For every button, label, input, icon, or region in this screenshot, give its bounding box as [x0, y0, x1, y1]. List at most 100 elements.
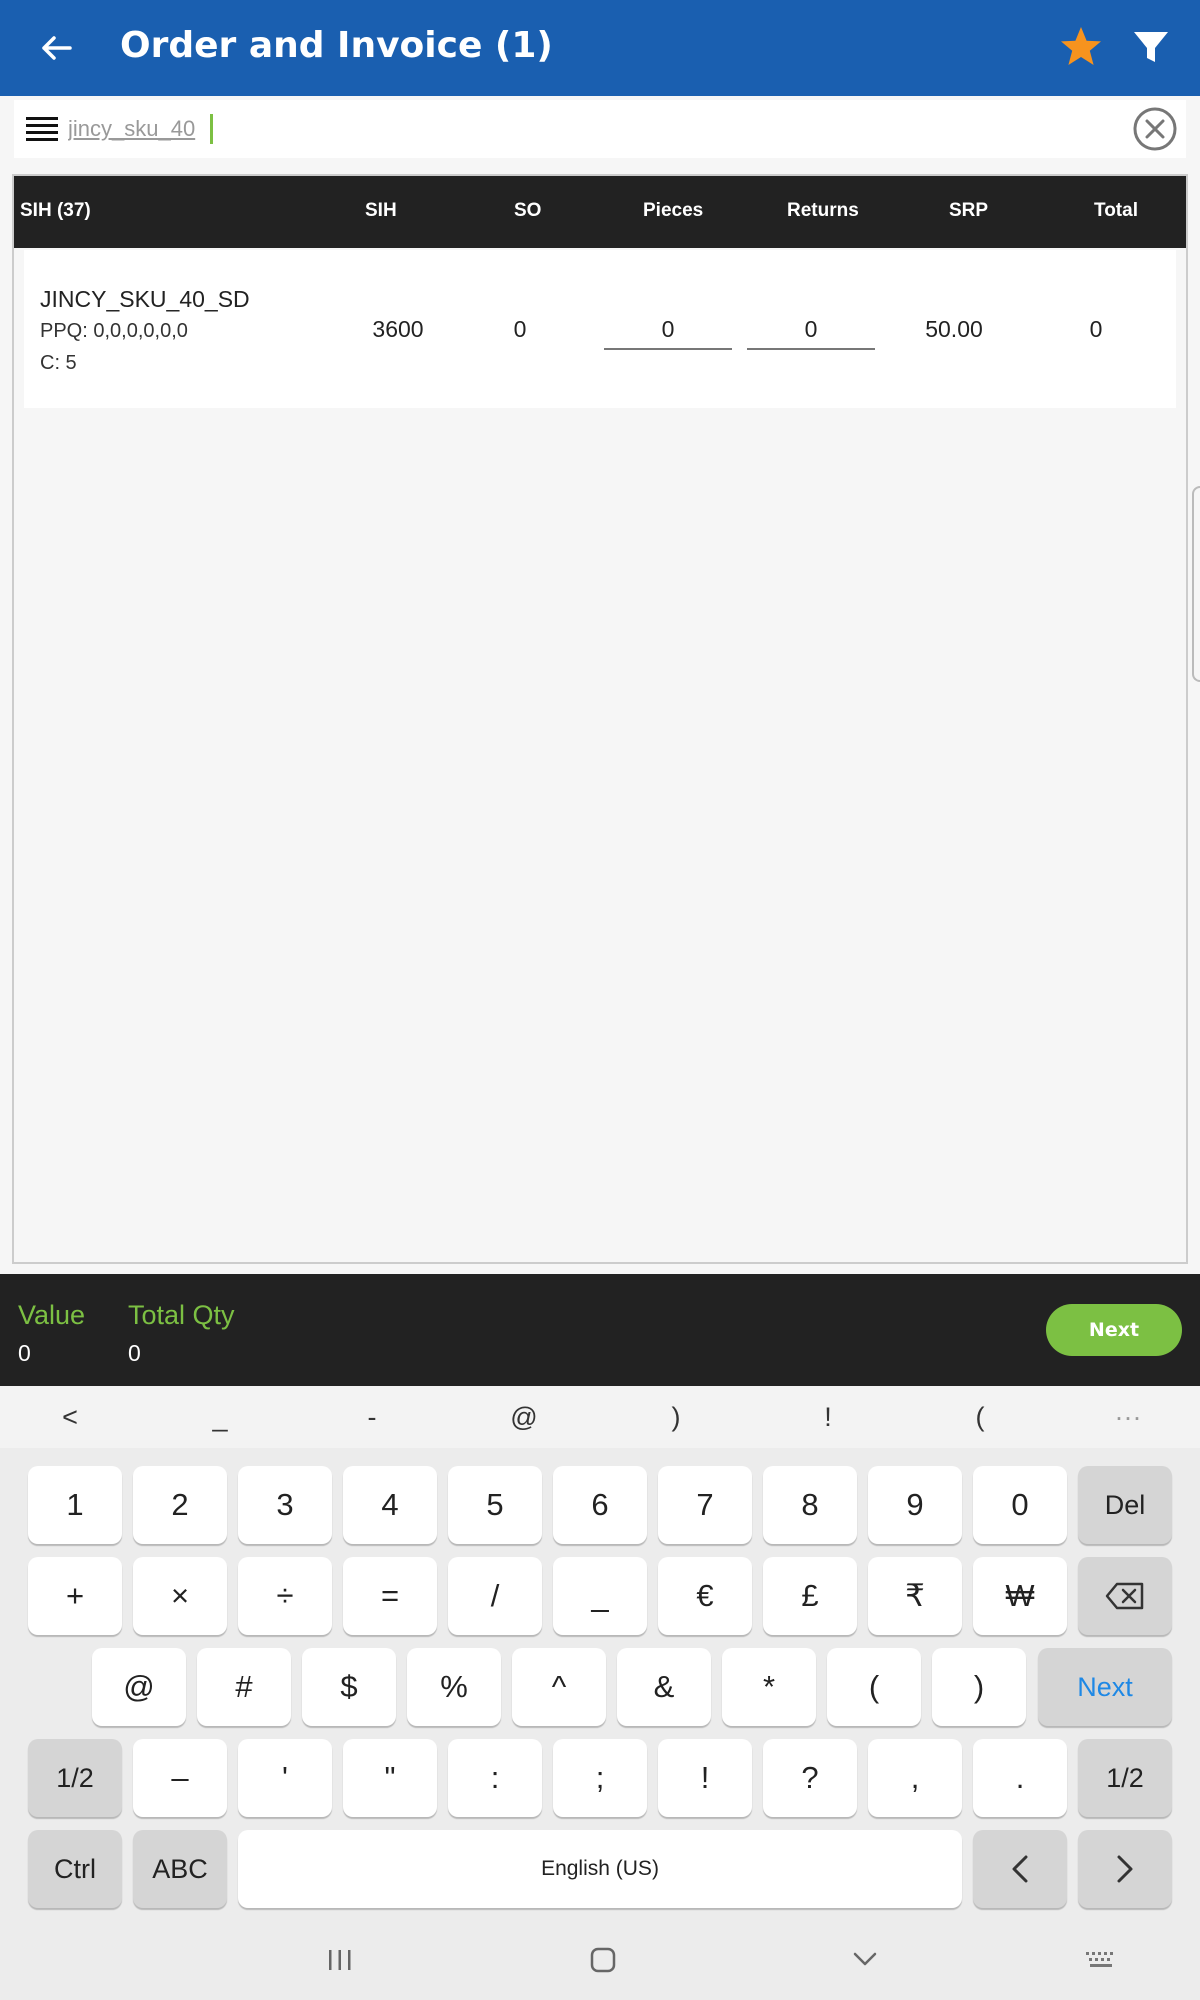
- key[interactable]: ÷: [238, 1557, 332, 1635]
- suggestion-key[interactable]: <: [50, 1402, 90, 1433]
- product-table: SIH (37) SIH SO Pieces Returns SRP Total…: [12, 174, 1188, 1264]
- key[interactable]: 2: [133, 1466, 227, 1544]
- edge-handle[interactable]: [1192, 486, 1200, 682]
- cell-srp: 50.00: [925, 316, 983, 342]
- key[interactable]: 6: [553, 1466, 647, 1544]
- cursor-left-key[interactable]: [973, 1830, 1067, 1908]
- header-returns: Returns: [787, 200, 859, 221]
- arrow-right-key-icon: [1117, 1855, 1133, 1883]
- key[interactable]: (: [827, 1648, 921, 1726]
- key[interactable]: ': [238, 1739, 332, 1817]
- key[interactable]: ?: [763, 1739, 857, 1817]
- cell-sih: 3600: [372, 316, 424, 342]
- key[interactable]: 4: [343, 1466, 437, 1544]
- space-key[interactable]: English (US): [238, 1830, 962, 1908]
- total-qty-label: Total Qty: [128, 1300, 235, 1330]
- key[interactable]: :: [448, 1739, 542, 1817]
- header-sih: SIH: [365, 200, 397, 221]
- abc-key[interactable]: ABC: [133, 1830, 227, 1908]
- key[interactable]: 1: [28, 1466, 122, 1544]
- back-down-icon[interactable]: [850, 1944, 880, 1974]
- key[interactable]: _: [553, 1557, 647, 1635]
- keyboard-next-key[interactable]: Next: [1038, 1648, 1172, 1726]
- key[interactable]: €: [658, 1557, 752, 1635]
- backspace-icon: [1105, 1582, 1144, 1610]
- key[interactable]: ): [932, 1648, 1026, 1726]
- key[interactable]: 9: [868, 1466, 962, 1544]
- key[interactable]: &: [617, 1648, 711, 1726]
- key[interactable]: 7: [658, 1466, 752, 1544]
- key[interactable]: $: [302, 1648, 396, 1726]
- cell-so: 0: [513, 316, 527, 342]
- filter-icon[interactable]: [1130, 26, 1172, 68]
- summary-footer: Value 0 Total Qty 0 Next: [0, 1274, 1200, 1386]
- total-qty-amount: 0: [128, 1340, 141, 1366]
- key[interactable]: ×: [133, 1557, 227, 1635]
- key[interactable]: 8: [763, 1466, 857, 1544]
- app-bar: Order and Invoice (1): [0, 0, 1200, 96]
- suggestion-key[interactable]: _: [200, 1402, 240, 1433]
- page-toggle-key[interactable]: 1/2: [1078, 1739, 1172, 1817]
- key[interactable]: %: [407, 1648, 501, 1726]
- key[interactable]: ;: [553, 1739, 647, 1817]
- key[interactable]: /: [448, 1557, 542, 1635]
- key[interactable]: ": [343, 1739, 437, 1817]
- key[interactable]: =: [343, 1557, 437, 1635]
- delete-key[interactable]: Del: [1078, 1466, 1172, 1544]
- header-total: Total: [1094, 200, 1138, 221]
- page-toggle-key[interactable]: 1/2: [28, 1739, 122, 1817]
- header-srp: SRP: [949, 200, 989, 221]
- key[interactable]: 3: [238, 1466, 332, 1544]
- key[interactable]: ₩: [973, 1557, 1067, 1635]
- table-row[interactable]: JINCY_SKU_40_SD PPQ: 0,0,0,0,0,0 C: 5 36…: [24, 250, 1176, 408]
- key[interactable]: *: [722, 1648, 816, 1726]
- key[interactable]: –: [133, 1739, 227, 1817]
- text-cursor: [210, 114, 213, 144]
- ctrl-key[interactable]: Ctrl: [28, 1830, 122, 1908]
- product-case: C: 5: [40, 352, 77, 374]
- cell-total: 0: [1089, 316, 1103, 342]
- returns-input[interactable]: [747, 310, 875, 350]
- header-so: SO: [514, 200, 542, 221]
- value-label: Value: [18, 1300, 86, 1330]
- home-icon[interactable]: [588, 1944, 618, 1974]
- suggestion-key[interactable]: (: [960, 1402, 1000, 1433]
- arrow-left-key-icon: [1012, 1855, 1028, 1883]
- search-input[interactable]: [68, 108, 828, 150]
- suggestion-key[interactable]: !: [808, 1402, 848, 1433]
- star-icon[interactable]: [1058, 24, 1104, 70]
- suggestion-key[interactable]: -: [352, 1402, 392, 1433]
- symbol-suggestion-bar: < _ - @ ) ! ( ···: [0, 1386, 1200, 1448]
- clear-icon[interactable]: [1132, 106, 1178, 152]
- system-nav-bar: [0, 1920, 1200, 2000]
- key[interactable]: £: [763, 1557, 857, 1635]
- recent-apps-icon[interactable]: [326, 1944, 354, 1974]
- key[interactable]: #: [197, 1648, 291, 1726]
- more-suggestions[interactable]: ···: [1108, 1402, 1148, 1433]
- value-amount: 0: [18, 1340, 31, 1366]
- menu-icon[interactable]: [26, 115, 58, 143]
- cursor-right-key[interactable]: [1078, 1830, 1172, 1908]
- header-product: SIH (37): [20, 200, 91, 221]
- key[interactable]: !: [658, 1739, 752, 1817]
- key[interactable]: ₹: [868, 1557, 962, 1635]
- key[interactable]: @: [92, 1648, 186, 1726]
- suggestion-key[interactable]: @: [504, 1402, 544, 1433]
- key[interactable]: ^: [512, 1648, 606, 1726]
- next-button[interactable]: Next: [1046, 1304, 1182, 1356]
- suggestion-key[interactable]: ): [656, 1402, 696, 1433]
- key[interactable]: +: [28, 1557, 122, 1635]
- arrow-left-icon[interactable]: [34, 26, 78, 70]
- key[interactable]: 0: [973, 1466, 1067, 1544]
- key[interactable]: 5: [448, 1466, 542, 1544]
- search-bar: [14, 100, 1186, 158]
- keyboard-icon[interactable]: [1084, 1944, 1118, 1974]
- pieces-input[interactable]: [604, 310, 732, 350]
- table-header: SIH (37) SIH SO Pieces Returns SRP Total: [14, 176, 1186, 248]
- page-title: Order and Invoice (1): [120, 25, 553, 66]
- key[interactable]: ,: [868, 1739, 962, 1817]
- key[interactable]: .: [973, 1739, 1067, 1817]
- backspace-key[interactable]: [1078, 1557, 1172, 1635]
- header-pieces: Pieces: [643, 200, 704, 221]
- product-ppq: PPQ: 0,0,0,0,0,0: [40, 320, 188, 342]
